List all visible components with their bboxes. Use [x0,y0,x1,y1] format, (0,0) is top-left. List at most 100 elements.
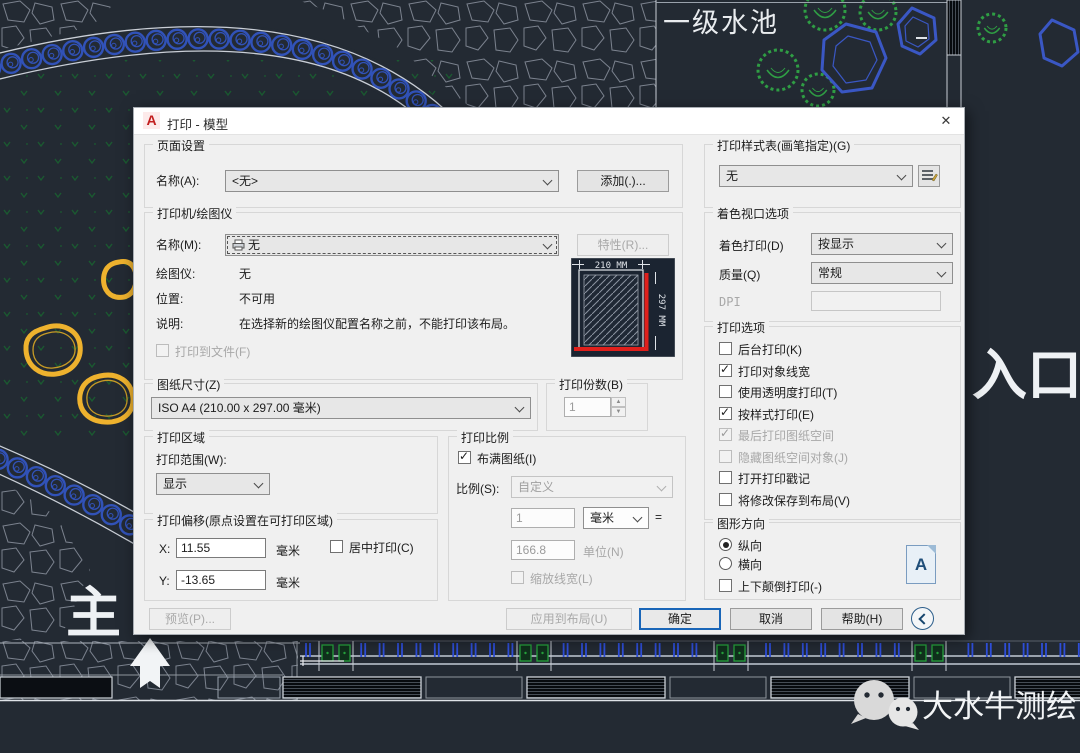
autocad-logo-icon: A [143,112,160,129]
scale-lineweights-checkbox [511,571,524,584]
pagesetup-name-label: 名称(A): [156,172,199,189]
ok-button[interactable]: 确定 [639,608,721,630]
scale-numerator-input [511,508,575,528]
scale-unit-combo[interactable]: 毫米 [583,507,649,529]
plot-dialog: A 打印 - 模型 ✕ 页面设置 名称(A): <无> 添加(.)... 打印机… [133,107,965,635]
add-button[interactable]: 添加(.)... [577,170,669,192]
close-icon[interactable]: ✕ [937,112,955,130]
upside-down-checkbox[interactable] [719,579,732,592]
group-title: 页面设置 [153,137,209,154]
group-title: 打印区域 [153,429,209,446]
location-value: 不可用 [239,290,275,307]
shade-plot-combo[interactable]: 按显示 [811,233,953,255]
chevron-down-icon [937,239,947,249]
chevron-down-icon [657,482,667,492]
chevron-down-icon [543,240,553,250]
plot-option-checkbox [719,428,732,441]
plotter-value: 无 [239,265,251,282]
pagesetup-name-value: <无> [232,174,258,188]
offset-x-unit: 毫米 [276,542,300,559]
pool-label: 一级水池 [663,8,779,38]
preview-width-dim: 210 MM [595,261,628,271]
plot-style-editor-button[interactable] [918,165,940,187]
plot-option-checkbox[interactable] [719,407,732,420]
dialog-titlebar[interactable]: A 打印 - 模型 ✕ [134,108,964,135]
apply-to-layout-button: 应用到布局(U) [506,608,632,630]
offset-y-input[interactable] [176,570,266,590]
plot-style-combo[interactable]: 无 [719,165,913,187]
fit-to-paper-label: 布满图纸(I) [477,450,536,467]
landscape-radio[interactable] [719,557,732,570]
quality-label: 质量(Q) [719,266,760,283]
plot-option-checkbox[interactable] [719,342,732,355]
chevron-down-icon [515,403,525,413]
group-plot-options: 打印选项 [704,326,961,520]
scale-denominator-input [511,540,575,560]
paper-size-combo[interactable]: ISO A4 (210.00 x 297.00 毫米) [151,397,531,419]
screenshot-stage: 一级水池 入口 主 大水牛测绘 [0,0,1080,753]
plot-option-checkbox[interactable] [719,364,732,377]
offset-x-label: X: [159,542,170,556]
cancel-button[interactable]: 取消 [730,608,812,630]
shade-plot-value: 按显示 [818,237,854,251]
upside-down-label: 上下颠倒打印(-) [738,578,822,595]
fit-to-paper-checkbox[interactable] [458,451,471,464]
scale-unit-label: 单位(N) [583,543,624,560]
center-plot-checkbox[interactable] [330,540,343,553]
dpi-input [811,291,941,311]
group-title: 图纸尺寸(Z) [153,376,224,393]
portrait-radio[interactable] [719,538,732,551]
plot-option-checkbox[interactable] [719,385,732,398]
main-label: 主 [66,582,121,644]
copies-input[interactable] [564,397,611,417]
scale-lineweights-label: 缩放线宽(L) [530,570,593,587]
chevron-down-icon [937,268,947,278]
dialog-title: 打印 - 模型 [167,114,228,133]
copies-spinner-down[interactable]: ▼ [611,407,626,417]
scale-combo: 自定义 [511,476,673,498]
scale-label: 比例(S): [456,480,499,497]
landscape-label: 横向 [738,556,762,573]
plot-option-checkbox[interactable] [719,493,732,506]
dpi-label: DPI [719,295,741,309]
orientation-paper-icon: A [906,545,936,584]
quality-combo[interactable]: 常规 [811,262,953,284]
watermark-label: 大水牛测绘 [922,689,1077,724]
description-label: 说明: [156,315,183,332]
plotter-label: 绘图仪: [156,265,195,282]
group-title: 打印偏移(原点设置在可打印区域) [153,512,337,529]
group-title: 打印份数(B) [555,376,627,393]
printer-name-value: 无 [248,238,260,252]
plot-range-combo[interactable]: 显示 [156,473,270,495]
printer-icon [232,239,245,251]
offset-x-input[interactable] [176,538,266,558]
paper-size-value: ISO A4 (210.00 x 297.00 毫米) [158,401,321,415]
less-options-button[interactable] [911,607,934,630]
pagesetup-name-combo[interactable]: <无> [225,170,559,192]
description-value: 在选择新的绘图仪配置名称之前，不能打印该布局。 [239,315,515,332]
plot-style-value: 无 [726,169,738,183]
copies-spinner-up[interactable]: ▲ [611,397,626,407]
scale-unit-value: 毫米 [590,511,614,525]
scale-value: 自定义 [518,480,554,494]
location-label: 位置: [156,290,183,307]
chevron-down-icon [897,171,907,181]
preview-height-dim: 297 MM [656,294,666,327]
quality-value: 常规 [818,266,842,280]
pen-table-icon [919,166,939,186]
group-title: 图形方向 [713,515,769,532]
preview-button: 预览(P)... [149,608,231,630]
group-title: 打印样式表(画笔指定)(G) [713,137,854,154]
center-plot-label: 居中打印(C) [349,539,414,556]
help-button[interactable]: 帮助(H) [821,608,903,630]
portrait-label: 纵向 [738,537,762,554]
group-title: 打印选项 [713,319,769,336]
shade-plot-label: 着色打印(D) [719,237,784,254]
offset-y-label: Y: [159,574,170,588]
offset-y-unit: 毫米 [276,574,300,591]
chevron-left-icon [918,613,929,624]
plot-option-checkbox[interactable] [719,471,732,484]
entrance-label: 入口 [972,344,1080,406]
paper-preview: 210 MM 297 MM [571,258,675,357]
printer-name-combo[interactable]: 无 [225,234,559,256]
